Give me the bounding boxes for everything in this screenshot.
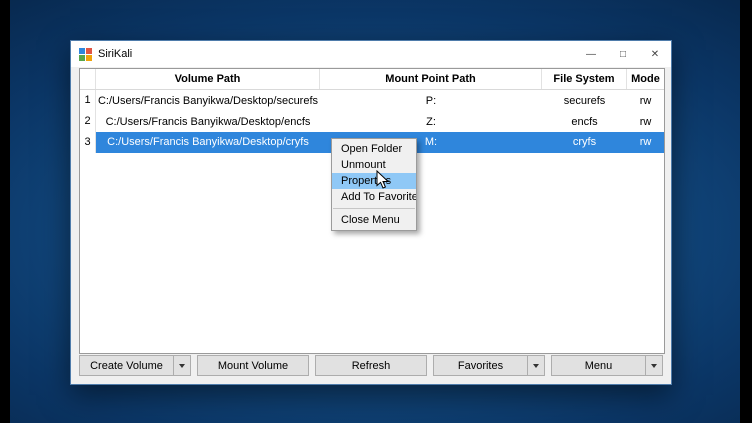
favorites-button[interactable]: Favorites <box>433 355 545 376</box>
cell-mode: rw <box>627 95 664 107</box>
refresh-button[interactable]: Refresh <box>315 355 427 376</box>
cell-mode: rw <box>627 116 664 128</box>
chevron-down-icon <box>651 364 657 368</box>
row-number[interactable]: 2 <box>80 111 96 132</box>
mouse-cursor-icon <box>376 170 390 190</box>
chevron-down-icon <box>179 364 185 368</box>
minimize-button[interactable]: — <box>575 41 607 67</box>
header-file-system[interactable]: File System <box>542 69 627 89</box>
create-volume-dropdown[interactable] <box>173 356 190 375</box>
table-row[interactable]: 1 C:/Users/Francis Banyikwa/Desktop/secu… <box>80 90 664 111</box>
window-title: SiriKali <box>98 48 132 60</box>
menu-item-add-to-favorites[interactable]: Add To Favorites <box>332 189 416 205</box>
desktop-wallpaper: SiriKali — □ ✕ Volume Path Mount Point P… <box>10 0 740 423</box>
menu-separator <box>333 208 415 209</box>
close-button[interactable]: ✕ <box>639 41 671 67</box>
menu-item-close-menu[interactable]: Close Menu <box>332 212 416 228</box>
cell-mount-point: P: <box>320 95 542 107</box>
menu-item-unmount[interactable]: Unmount <box>332 157 416 173</box>
favorites-dropdown[interactable] <box>527 356 544 375</box>
cell-file-system: securefs <box>542 95 627 107</box>
cell-mode: rw <box>627 132 664 153</box>
cell-file-system: encfs <box>542 116 627 128</box>
cell-volume-path: C:/Users/Francis Banyikwa/Desktop/secure… <box>96 95 320 107</box>
header-corner <box>80 69 96 89</box>
cell-volume-path: C:/Users/Francis Banyikwa/Desktop/cryfs <box>96 132 320 153</box>
menu-dropdown[interactable] <box>645 356 662 375</box>
create-volume-label: Create Volume <box>80 360 173 372</box>
menu-item-properties[interactable]: Properties <box>332 173 416 189</box>
header-mount-point-path[interactable]: Mount Point Path <box>320 69 542 89</box>
create-volume-button[interactable]: Create Volume <box>79 355 191 376</box>
cell-mount-point: Z: <box>320 116 542 128</box>
menu-label: Menu <box>552 360 645 372</box>
sirikali-window: SiriKali — □ ✕ Volume Path Mount Point P… <box>70 40 672 385</box>
title-bar[interactable]: SiriKali — □ ✕ <box>71 41 671 67</box>
row-number[interactable]: 1 <box>80 90 96 111</box>
cell-volume-path: C:/Users/Francis Banyikwa/Desktop/encfs <box>96 116 320 128</box>
maximize-button[interactable]: □ <box>607 41 639 67</box>
mount-volume-button[interactable]: Mount Volume <box>197 355 309 376</box>
app-icon <box>79 48 92 61</box>
cell-file-system: cryfs <box>542 132 627 153</box>
chevron-down-icon <box>533 364 539 368</box>
mount-volume-label: Mount Volume <box>198 360 308 372</box>
row-number[interactable]: 3 <box>80 132 96 153</box>
menu-item-open-folder[interactable]: Open Folder <box>332 141 416 157</box>
favorites-label: Favorites <box>434 360 527 372</box>
window-controls: — □ ✕ <box>575 41 671 67</box>
refresh-label: Refresh <box>316 360 426 372</box>
header-mode[interactable]: Mode <box>627 69 664 89</box>
menu-button[interactable]: Menu <box>551 355 663 376</box>
header-volume-path[interactable]: Volume Path <box>96 69 320 89</box>
table-header-row: Volume Path Mount Point Path File System… <box>80 69 664 90</box>
bottom-toolbar: Create Volume Mount Volume Refresh Favor… <box>79 355 663 376</box>
context-menu: Open Folder Unmount Properties Add To Fa… <box>331 138 417 231</box>
table-row[interactable]: 2 C:/Users/Francis Banyikwa/Desktop/encf… <box>80 111 664 132</box>
